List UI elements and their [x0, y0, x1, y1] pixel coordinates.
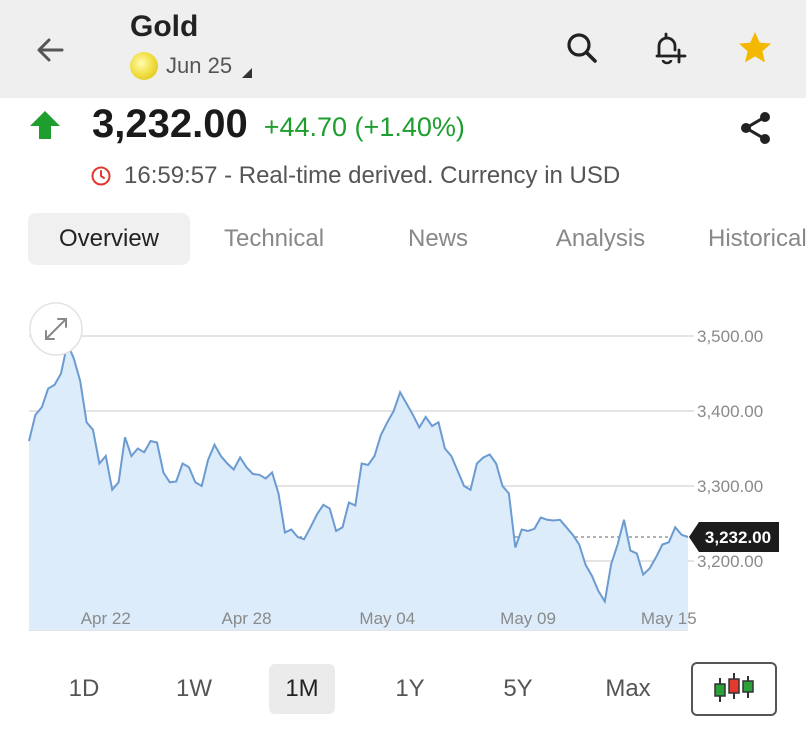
x-tick-label: May 09 — [500, 609, 556, 628]
top-app-bar: Gold Jun 25 — [0, 0, 806, 98]
search-icon[interactable] — [562, 28, 602, 68]
y-tick-label: 3,300.00 — [697, 477, 763, 496]
quote-row: 3,232.00 +44.70 (+1.40%) — [28, 102, 465, 147]
back-arrow-icon[interactable] — [30, 30, 70, 70]
y-tick-label: 3,400.00 — [697, 402, 763, 421]
price-change: +44.70 (+1.40%) — [263, 112, 465, 142]
range-1y[interactable]: 1Y — [374, 664, 446, 714]
section-tabs: Overview Technical News Analysis Histori… — [28, 213, 806, 267]
tab-historical[interactable]: Historical — [708, 213, 806, 265]
contract-selector[interactable]: Jun 25 — [130, 52, 253, 80]
tab-analysis[interactable]: Analysis — [538, 213, 663, 265]
range-5y[interactable]: 5Y — [482, 664, 554, 714]
last-price-label: 3,232.00 — [705, 528, 771, 547]
contract-month: Jun 25 — [166, 53, 233, 78]
tab-technical[interactable]: Technical — [206, 213, 342, 265]
candlestick-toggle-button[interactable] — [691, 662, 777, 716]
expand-chart-button[interactable] — [29, 302, 83, 356]
range-1d[interactable]: 1D — [48, 664, 120, 714]
x-tick-label: Apr 28 — [221, 609, 271, 628]
tab-overview[interactable]: Overview — [28, 213, 190, 265]
y-tick-label: 3,200.00 — [697, 552, 763, 571]
last-price: 3,232.00 — [92, 102, 248, 146]
x-tick-label: May 15 — [641, 609, 697, 628]
clock-icon — [90, 165, 112, 187]
y-tick-label: 3,500.00 — [697, 327, 763, 346]
range-1w[interactable]: 1W — [158, 664, 230, 714]
star-icon[interactable] — [735, 28, 775, 68]
price-chart: 3,200.00 3,300.00 3,400.00 3,500.00 Apr 22 Ap… — [28, 302, 779, 631]
x-tick-label: May 04 — [359, 609, 415, 628]
x-tick-label: Apr 22 — [81, 609, 131, 628]
add-alert-icon[interactable] — [648, 28, 688, 68]
candlestick-icon — [714, 673, 754, 702]
up-arrow-icon — [28, 108, 62, 142]
time-range-selector: 1D 1W 1M 1Y 5Y Max — [0, 660, 806, 720]
share-icon[interactable] — [736, 108, 776, 148]
status-text: 16:59:57 - Real-time derived. Currency i… — [124, 162, 621, 189]
market-status: 16:59:57 - Real-time derived. Currency i… — [90, 162, 620, 190]
gold-coin-icon — [130, 52, 158, 80]
tab-news[interactable]: News — [378, 213, 498, 265]
range-max[interactable]: Max — [590, 664, 666, 714]
instrument-title: Gold — [130, 10, 199, 43]
range-1m[interactable]: 1M — [269, 664, 335, 714]
dropdown-caret-icon — [242, 68, 253, 78]
